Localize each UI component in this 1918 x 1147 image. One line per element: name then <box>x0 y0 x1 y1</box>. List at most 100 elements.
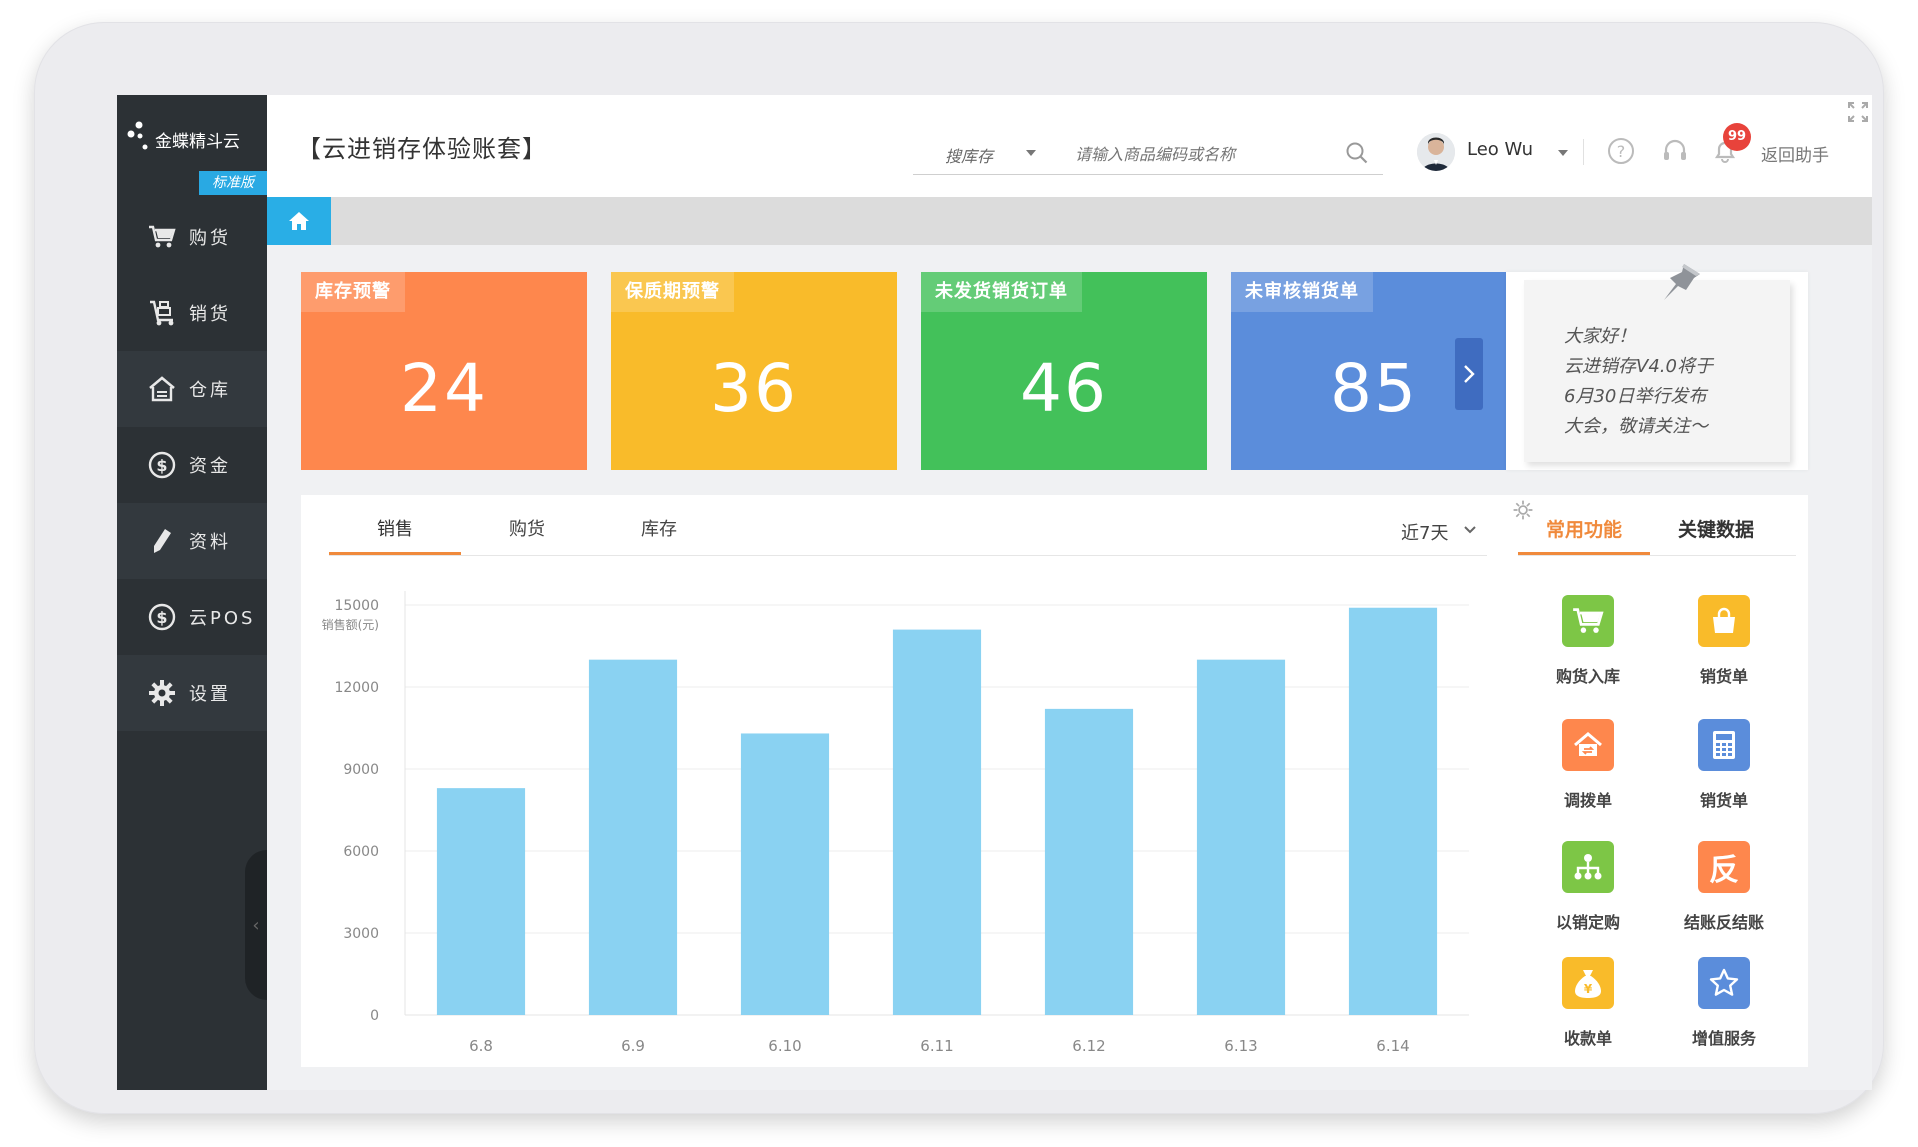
y-tick-label: 9000 <box>343 762 379 778</box>
home-icon <box>289 212 309 230</box>
search-icon[interactable] <box>1345 141 1369 165</box>
dollar-icon: $ <box>147 450 177 480</box>
sales-bar-chart: 0 3000 6000 9000 12000 15000 销售额(元) 6.8 6.9 6.10 6… <box>322 591 1469 1055</box>
sidebar-nav: 购货 销货 仓库 $ 资金 资料 $ 云POS 设置 <box>117 199 267 731</box>
money-bag-icon: ¥ <box>1562 957 1614 1009</box>
search-scope-select[interactable]: 搜库存 <box>945 143 993 167</box>
warehouse-icon <box>147 374 177 404</box>
quick-item-label: 销货单 <box>1699 791 1748 810</box>
calculator-icon <box>1698 719 1750 771</box>
sidebar-item-purchase[interactable]: 购货 <box>117 199 267 275</box>
sidebar-item-data[interactable]: 资料 <box>117 503 267 579</box>
x-tick-label: 6.11 <box>920 1037 953 1055</box>
sidebar-collapse-button[interactable]: ‹ <box>245 850 267 1000</box>
header-divider <box>1583 139 1584 165</box>
logo: 金蝶精斗云 <box>127 121 262 161</box>
caret-down-icon[interactable] <box>1557 149 1569 157</box>
app-screen: 金蝶精斗云 标准版 购货 销货 仓库 $ 资金 资料 $ 云POS 设置 ‹ 【… <box>117 95 1872 1090</box>
device-frame: 金蝶精斗云 标准版 购货 销货 仓库 $ 资金 资料 $ 云POS 设置 ‹ 【… <box>34 22 1884 1114</box>
card-value: 24 <box>400 350 488 427</box>
return-assistant-link[interactable]: 返回助手 <box>1761 141 1829 166</box>
card-label: 未发货销货订单 <box>921 272 1082 312</box>
sidebar-item-label: 资料 <box>189 532 231 553</box>
fullscreen-icon[interactable] <box>1847 101 1869 123</box>
sidebar-item-settings[interactable]: 设置 <box>117 655 267 731</box>
user-name[interactable]: Leo Wu <box>1467 139 1533 160</box>
tab-underline <box>329 555 1487 556</box>
quick-value-added-services[interactable]: 增值服务 <box>1664 957 1784 1057</box>
chart-bar <box>1196 659 1286 1015</box>
x-tick-label: 6.12 <box>1072 1037 1105 1055</box>
notice-panel: 大家好！ 云进销存V4.0将于 6月30日举行发布 大会，敬请关注～ <box>1506 264 1808 470</box>
chart-bar <box>892 629 982 1015</box>
card-value: 46 <box>1020 350 1108 427</box>
period-select[interactable]: 近7天 <box>1401 519 1448 545</box>
y-tick-label: 6000 <box>343 844 379 860</box>
quick-item-label: 结账反结账 <box>1683 913 1764 932</box>
y-tick-label: 12000 <box>334 680 379 696</box>
tab-sales[interactable]: 销售 <box>329 515 461 555</box>
tab-strip <box>267 197 1872 245</box>
star-icon <box>1698 957 1750 1009</box>
gear-icon <box>147 678 177 708</box>
sidebar-item-label: 资金 <box>189 456 231 477</box>
svg-text:¥: ¥ <box>1584 982 1593 996</box>
card-label: 未审核销货单 <box>1231 272 1373 312</box>
tab-purchase[interactable]: 购货 <box>461 515 593 555</box>
cart-icon <box>1562 595 1614 647</box>
svg-text:$: $ <box>156 456 167 475</box>
cards-next-button[interactable] <box>1455 338 1483 410</box>
page-title: 【云进销存体验账套】 <box>297 135 547 163</box>
sidebar-item-funds[interactable]: $ 资金 <box>117 427 267 503</box>
card-shelf-life-alert[interactable]: 保质期预警 36 <box>611 272 897 470</box>
avatar[interactable] <box>1417 133 1455 171</box>
chart-bar <box>1348 607 1438 1015</box>
svg-text:$: $ <box>156 608 167 627</box>
quick-item-label: 增值服务 <box>1691 1029 1756 1048</box>
quick-sales-order-2[interactable]: 销货单 <box>1664 719 1784 819</box>
tab-inventory[interactable]: 库存 <box>593 515 725 555</box>
logo-dots-icon <box>127 121 148 150</box>
y-tick-label: 0 <box>370 1008 379 1024</box>
x-tick-label: 6.8 <box>469 1037 493 1055</box>
sidebar-item-sales[interactable]: 销货 <box>117 275 267 351</box>
card-label: 保质期预警 <box>611 272 734 312</box>
quick-close-reopen[interactable]: 反 结账反结账 <box>1664 841 1784 941</box>
tab-key-data[interactable]: 关键数据 <box>1650 515 1782 555</box>
help-icon[interactable]: ? <box>1607 137 1635 165</box>
sidebar-item-cloud-pos[interactable]: $ 云POS <box>117 579 267 655</box>
chevron-down-icon[interactable] <box>1463 525 1477 535</box>
sidebar-item-label: 设置 <box>189 684 231 705</box>
quick-sales-order[interactable]: 销货单 <box>1664 595 1784 695</box>
tab-common-functions[interactable]: 常用功能 <box>1518 515 1650 555</box>
quick-transfer-order[interactable]: 调拨单 <box>1528 719 1648 819</box>
chart-bar <box>436 788 526 1015</box>
y-axis-label: 销售额(元) <box>322 617 379 632</box>
pencil-icon <box>147 526 177 556</box>
house-transfer-icon <box>1562 719 1614 771</box>
caret-down-icon[interactable] <box>1025 149 1037 157</box>
chart-bar <box>740 733 830 1015</box>
quick-purchase-in[interactable]: 购货入库 <box>1528 595 1648 695</box>
x-tick-label: 6.10 <box>768 1037 801 1055</box>
quick-item-label: 购货入库 <box>1555 667 1620 686</box>
notice-line: 云进销存V4.0将于 <box>1564 356 1713 377</box>
cart-icon <box>147 222 177 252</box>
quick-item-label: 销货单 <box>1699 667 1748 686</box>
card-inventory-alert[interactable]: 库存预警 24 <box>301 272 587 470</box>
chart-panel: 0 3000 6000 9000 12000 15000 销售额(元) 6.8 6.9 6.10 6… <box>301 495 1509 1067</box>
dollar-icon: $ <box>147 602 177 632</box>
x-tick-label: 6.14 <box>1376 1037 1409 1055</box>
tab-home[interactable] <box>267 197 331 245</box>
trolley-icon <box>147 298 177 328</box>
y-tick-label: 3000 <box>343 926 379 942</box>
sidebar-item-warehouse[interactable]: 仓库 <box>117 351 267 427</box>
headset-icon[interactable] <box>1661 137 1689 165</box>
search-input[interactable] <box>1075 139 1325 169</box>
card-unshipped-orders[interactable]: 未发货销货订单 46 <box>921 272 1207 470</box>
quick-item-label: 以销定购 <box>1555 913 1620 932</box>
quick-receipt[interactable]: ¥ 收款单 <box>1528 957 1648 1057</box>
reverse-icon: 反 <box>1698 841 1750 893</box>
notice-line: 大会，敬请关注～ <box>1564 416 1708 437</box>
quick-sales-based-purchase[interactable]: 以销定购 <box>1528 841 1648 941</box>
